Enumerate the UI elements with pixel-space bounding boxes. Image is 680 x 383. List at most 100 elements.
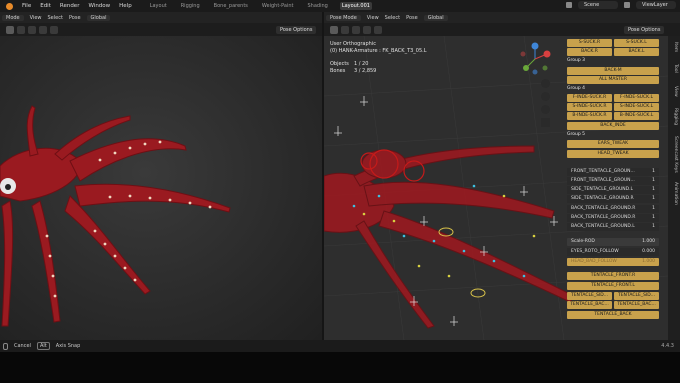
- select-subtract-icon[interactable]: [39, 26, 47, 34]
- left-orientation-dropdown[interactable]: Global: [86, 14, 111, 21]
- menu-file[interactable]: File: [22, 3, 31, 9]
- grid-toggle-icon[interactable]: [541, 118, 550, 127]
- bones-count-value: 3 / 2,859: [354, 68, 377, 74]
- rig-ui-panel: S-SUCK.R S-SUCK.L BACK.R BACK.L Group 3 …: [565, 38, 663, 322]
- s-inde-suck-r-button[interactable]: S-INDE-SUCK.R: [567, 103, 612, 111]
- tab-layout[interactable]: Layout: [148, 2, 169, 10]
- tentacle-front-l-button[interactable]: TENTACLE_FRONT.L: [567, 282, 659, 290]
- prop-front-tentacle-ground-1[interactable]: FRONT_TENTACLE_GROUN... 1: [567, 168, 659, 176]
- tentacle-side-l-button[interactable]: TENTACLE_SID...: [614, 292, 659, 300]
- prop-back-tentacle-ground-r[interactable]: BACK_TENTACLE_GROUND.R 1: [567, 205, 659, 213]
- right-orientation-dropdown[interactable]: Global: [423, 14, 448, 21]
- select-box-icon-right[interactable]: [341, 26, 349, 34]
- head-bad-follow-slider[interactable]: HEAD_BAD_FOLLOW 1.000: [567, 258, 659, 266]
- axis-snap-label: Axis Snap: [55, 343, 81, 349]
- camera-view-icon[interactable]: [541, 105, 550, 114]
- f-inde-suck-l-button[interactable]: F-INDE-SUCK.L: [614, 94, 659, 102]
- select-subtract-icon-right[interactable]: [363, 26, 371, 34]
- bones-count-label: Bones: [330, 68, 346, 74]
- scene-selector[interactable]: Scene: [578, 1, 618, 9]
- select-intersect-icon[interactable]: [50, 26, 58, 34]
- tab-view[interactable]: View: [673, 86, 678, 97]
- top-menu-bar: File Edit Render Window Help Layout Rigg…: [0, 0, 680, 12]
- tab-shading[interactable]: Shading: [306, 2, 330, 10]
- tab-bone-parents[interactable]: Bone_parents: [212, 2, 250, 10]
- view-name-label: User Orthographic: [330, 41, 376, 47]
- select-extend-icon-right[interactable]: [352, 26, 360, 34]
- s-suck-r-button[interactable]: S-SUCK.R: [567, 39, 612, 47]
- tab-rigging[interactable]: Rigging: [673, 108, 678, 125]
- f-inde-suck-r-button[interactable]: F-INDE-SUCK.R: [567, 94, 612, 102]
- tab-layout-001[interactable]: Layout.001: [339, 2, 372, 10]
- tentacle-back-button[interactable]: TENTACLE_BACK: [567, 311, 659, 319]
- pan-hand-icon[interactable]: [541, 92, 550, 101]
- head-tweak-button[interactable]: HEAD_TWEAK: [567, 150, 659, 158]
- eyes-roto-follow-slider[interactable]: EYES_ROTO_FOLLOW 0.000: [567, 248, 659, 256]
- left-menu-pose[interactable]: Pose: [69, 15, 81, 21]
- select-extend-icon[interactable]: [28, 26, 36, 34]
- letterbox-bottom: [0, 352, 680, 383]
- navigation-gizmo[interactable]: [518, 42, 552, 76]
- menu-window[interactable]: Window: [88, 3, 110, 9]
- s-inde-suck-l-button[interactable]: S-INDE-SUCK.L: [614, 103, 659, 111]
- prop-front-tentacle-ground-2[interactable]: FRONT_TENTACLE_GROUN... 1: [567, 177, 659, 185]
- right-pose-options-button[interactable]: Pose Options: [624, 26, 665, 34]
- tentacle-side-r-button[interactable]: TENTACLE_SID...: [567, 292, 612, 300]
- right-menu-view[interactable]: View: [367, 15, 379, 21]
- menu-render[interactable]: Render: [60, 3, 80, 9]
- all-master-button[interactable]: ALL MASTER: [567, 76, 659, 84]
- b-inde-suck-r-button[interactable]: B-INDE-SUCK.R: [567, 112, 612, 120]
- tentacle-back-l-button[interactable]: TENTACLE_BAC...: [614, 301, 659, 309]
- left-pose-options-button[interactable]: Pose Options: [276, 26, 317, 34]
- prop-back-tentacle-ground-r-2[interactable]: BACK_TENTACLE_GROUND.R 1: [567, 214, 659, 222]
- view-layer-icon: [624, 2, 630, 8]
- objects-count-label: Objects: [330, 61, 349, 67]
- blender-logo-icon[interactable]: [6, 2, 13, 10]
- menu-help[interactable]: Help: [119, 3, 132, 9]
- group-5-label: Group 5: [567, 132, 585, 137]
- prop-side-tentacle-ground-l[interactable]: SIDE_TENTACLE_GROUND.L 1: [567, 186, 659, 194]
- left-mode-dropdown[interactable]: Mode: [2, 14, 24, 21]
- left-3d-viewport[interactable]: [0, 36, 322, 340]
- scene-icon: [566, 2, 572, 8]
- tab-animation[interactable]: Animation: [673, 182, 678, 205]
- tab-screencast-keys[interactable]: Screencast Keys: [673, 136, 678, 173]
- tentacle-front-r-button[interactable]: TENTACLE_FRONT.R: [567, 272, 659, 280]
- right-tool-row: [330, 24, 382, 36]
- octopus-model-render: [0, 105, 231, 327]
- b-inde-suck-l-button[interactable]: B-INDE-SUCK.L: [614, 112, 659, 120]
- ears-tweak-button[interactable]: EARS_TWEAK: [567, 140, 659, 148]
- zoom-icon[interactable]: [541, 79, 550, 88]
- tentacle-back-r-button[interactable]: TENTACLE_BAC...: [567, 301, 612, 309]
- select-intersect-icon-right[interactable]: [374, 26, 382, 34]
- right-menu-select[interactable]: Select: [385, 15, 400, 21]
- view-layer-selector[interactable]: ViewLayer: [636, 1, 676, 9]
- tab-tool[interactable]: Tool: [673, 64, 678, 73]
- objects-count-value: 1 / 20: [354, 61, 369, 67]
- right-mode-dropdown[interactable]: Pose Mode: [326, 14, 361, 21]
- tab-rigging[interactable]: Rigging: [179, 2, 202, 10]
- prop-side-tentacle-ground-r[interactable]: SIDE_TENTACLE_GROUND.R 1: [567, 195, 659, 203]
- back-inde-button[interactable]: BACK_INDE: [567, 122, 659, 130]
- group-3-label: Group 3: [567, 58, 585, 63]
- active-object-label: (0) HANK-Armature : FK_BACK_T3_05.L: [330, 48, 427, 54]
- select-tool-icon-right[interactable]: [330, 26, 338, 34]
- scale-rod-slider[interactable]: Scale-ROD 1.000: [567, 238, 659, 246]
- right-menu-pose[interactable]: Pose: [406, 15, 418, 21]
- menu-edit[interactable]: Edit: [40, 3, 51, 9]
- tab-item[interactable]: Item: [673, 42, 678, 52]
- tab-weight-paint[interactable]: Weight-Paint: [260, 2, 296, 10]
- select-box-icon[interactable]: [17, 26, 25, 34]
- prop-back-tentacle-ground-l[interactable]: BACK_TENTACLE_GROUND.L 1: [567, 223, 659, 231]
- cancel-label: Cancel: [14, 343, 31, 349]
- left-viewport-header: Mode View Select Pose Global: [0, 12, 322, 23]
- left-menu-view[interactable]: View: [30, 15, 42, 21]
- s-suck-l-button[interactable]: S-SUCK.L: [614, 39, 659, 47]
- right-viewport-header: Pose Mode View Select Pose Global: [324, 12, 680, 23]
- left-tool-row: [6, 24, 58, 36]
- back-l-button[interactable]: BACK.L: [614, 48, 659, 56]
- back-m-button[interactable]: BACK-M: [567, 67, 659, 75]
- back-r-button[interactable]: BACK.R: [567, 48, 612, 56]
- left-menu-select[interactable]: Select: [48, 15, 63, 21]
- select-tool-icon[interactable]: [6, 26, 14, 34]
